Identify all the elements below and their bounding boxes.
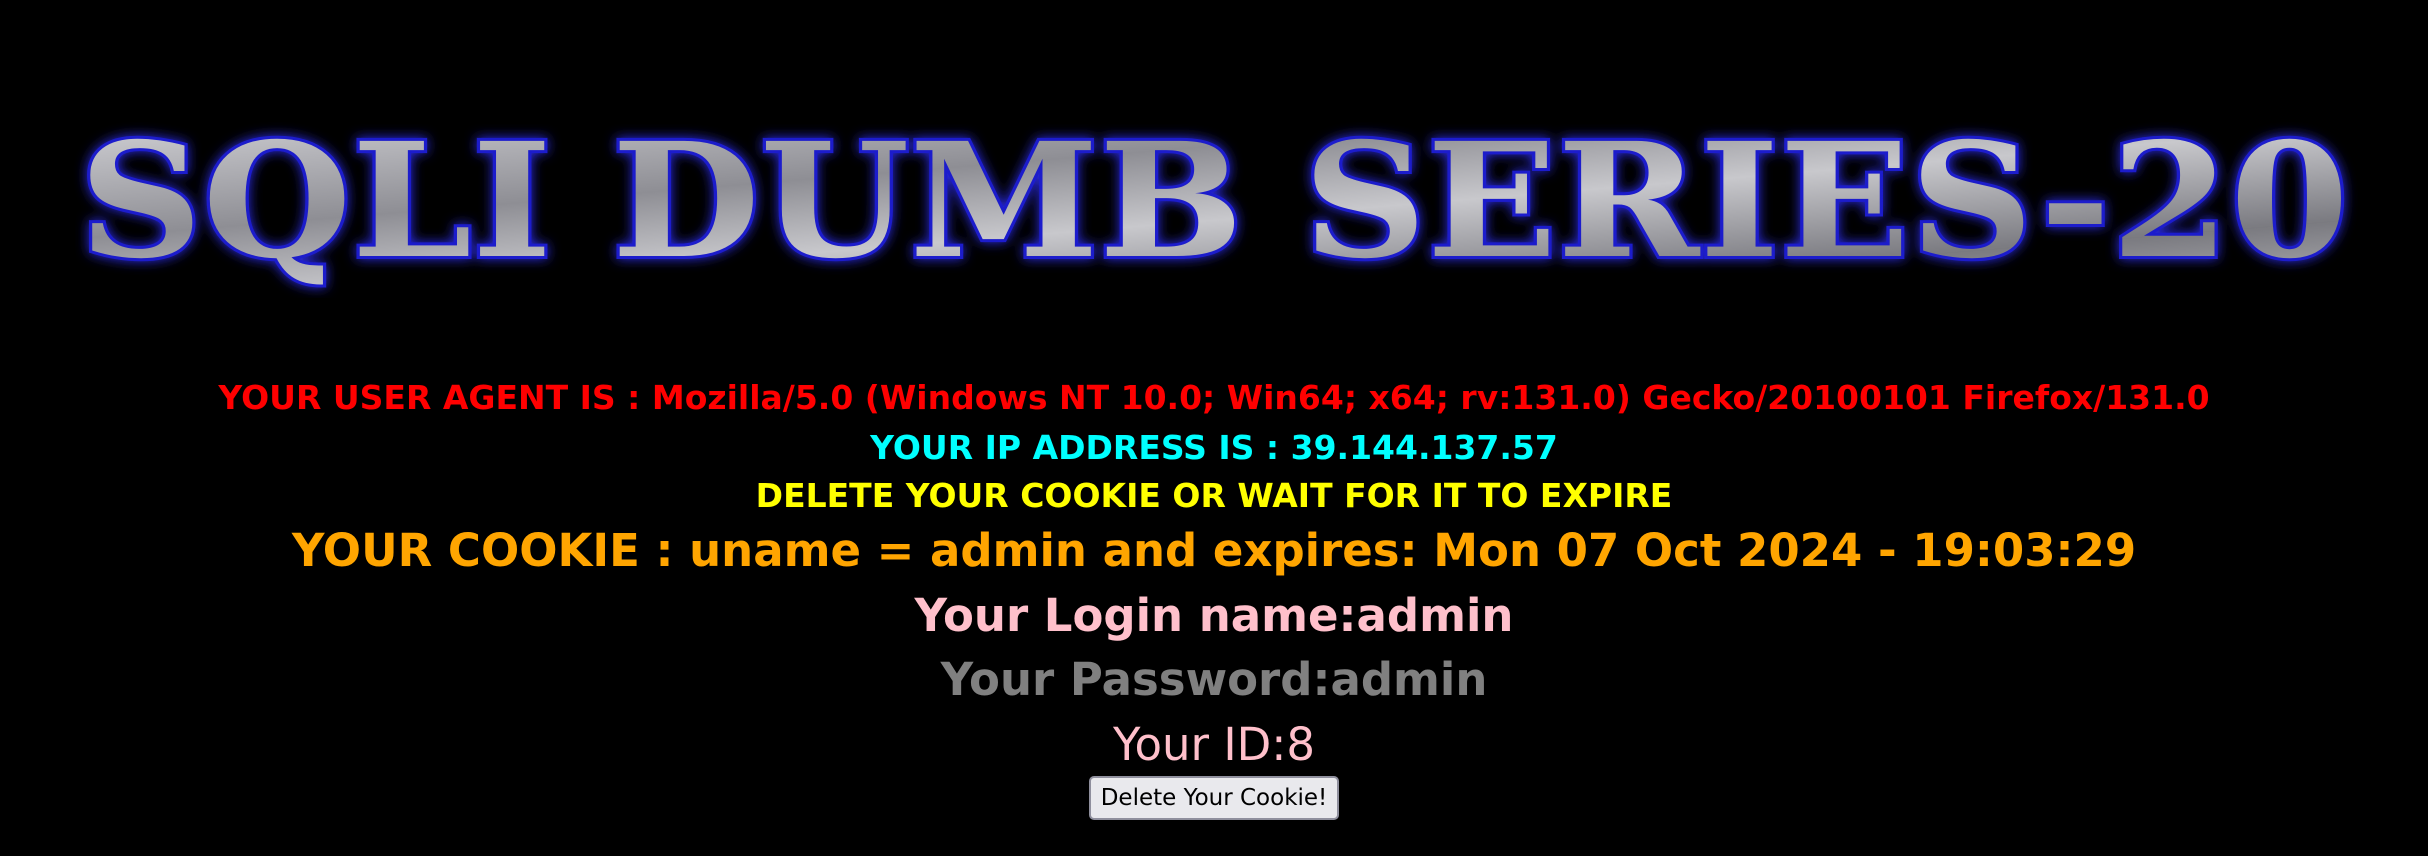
delete-cookie-notice: DELETE YOUR COOKIE OR WAIT FOR IT TO EXP… — [755, 476, 1673, 515]
login-name-text: Your Login name:admin — [914, 589, 1514, 642]
delete-cookie-form: Delete Your Cookie! — [0, 776, 2428, 820]
cookie-text: YOUR COOKIE : uname = admin and expires:… — [291, 524, 2137, 577]
banner-title-text: SQLI DUMB SERIES-20 — [79, 109, 2349, 294]
user-id-text: Your ID:8 — [1112, 718, 1316, 771]
title-banner: SQLI DUMB SERIES-20 — [0, 108, 2428, 298]
title-banner-graphic: SQLI DUMB SERIES-20 — [76, 108, 2352, 297]
delete-cookie-button[interactable]: Delete Your Cookie! — [1088, 776, 1340, 820]
user-agent-text: YOUR USER AGENT IS : Mozilla/5.0 (Window… — [218, 378, 2210, 417]
password-text: Your Password:admin — [940, 653, 1488, 706]
ip-address-text: YOUR IP ADDRESS IS : 39.144.137.57 — [870, 428, 1558, 467]
